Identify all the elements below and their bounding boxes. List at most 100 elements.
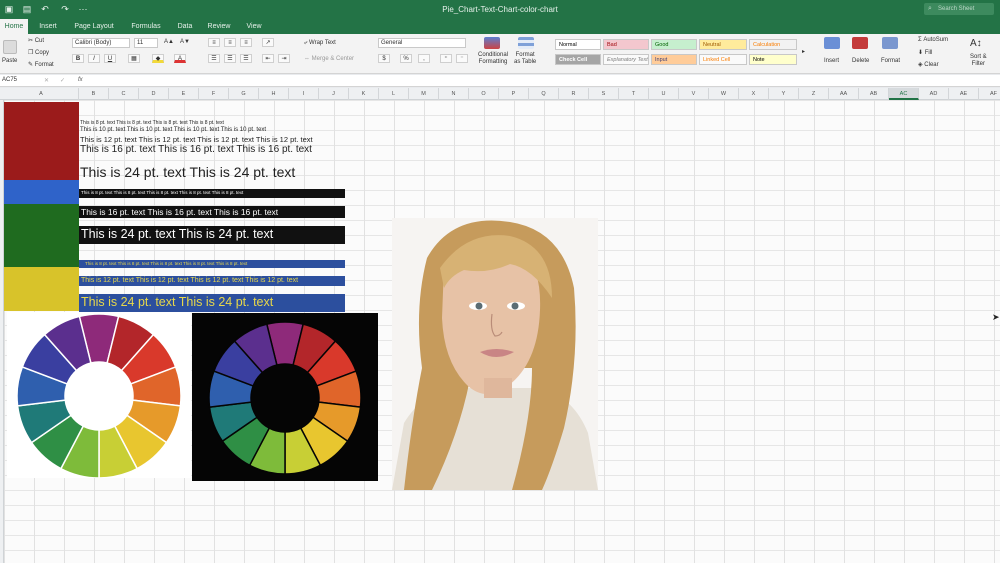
column-header-v[interactable]: V	[679, 88, 709, 100]
column-header-j[interactable]: J	[319, 88, 349, 100]
clear-button[interactable]: ◈ Clear	[918, 61, 939, 68]
column-header-ae[interactable]: AE	[949, 88, 979, 100]
borders-icon[interactable]: ▦	[128, 54, 140, 63]
column-header-c[interactable]: C	[109, 88, 139, 100]
column-header-ac[interactable]: AC	[889, 88, 919, 100]
autosum-button[interactable]: Σ AutoSum	[918, 37, 948, 43]
cut-button[interactable]: ✂ Cut	[28, 37, 44, 44]
column-header-ab[interactable]: AB	[859, 88, 889, 100]
style-normal[interactable]: Normal	[555, 39, 601, 50]
increase-decimal-icon[interactable]: ⁺	[440, 54, 452, 63]
underline-button[interactable]: U	[104, 54, 116, 63]
font-color-icon[interactable]: A	[174, 54, 186, 63]
column-header-t[interactable]: T	[619, 88, 649, 100]
style-explanatory[interactable]: Explanatory Text	[603, 54, 649, 65]
color-wheel-black-panel[interactable]	[192, 313, 378, 481]
column-header-h[interactable]: H	[259, 88, 289, 100]
column-header-d[interactable]: D	[139, 88, 169, 100]
tab-formulas[interactable]: Formulas	[124, 19, 168, 34]
tab-home[interactable]: Home	[0, 19, 28, 34]
column-header-b[interactable]: B	[79, 88, 109, 100]
sort-filter-icon[interactable]: A↕	[970, 38, 982, 49]
comma-icon[interactable]: ,	[418, 54, 430, 63]
column-header-q[interactable]: Q	[529, 88, 559, 100]
cancel-icon[interactable]: ✕	[44, 77, 49, 84]
currency-button[interactable]: $	[378, 54, 390, 63]
column-header-o[interactable]: O	[469, 88, 499, 100]
format-button[interactable]: Format	[881, 58, 900, 64]
increase-indent-icon[interactable]: ⇥	[278, 54, 290, 63]
align-top-icon[interactable]: ≡	[208, 38, 220, 47]
delete-button[interactable]: Delete	[852, 58, 869, 64]
style-bad[interactable]: Bad	[603, 39, 649, 50]
font-size-select[interactable]: 11	[134, 38, 158, 48]
delete-cells-icon[interactable]	[852, 37, 868, 49]
align-right-icon[interactable]: ☰	[240, 54, 252, 63]
tab-review[interactable]: Review	[202, 19, 236, 34]
percent-button[interactable]: %	[400, 54, 412, 63]
style-neutral[interactable]: Neutral	[699, 39, 747, 50]
column-header-k[interactable]: K	[349, 88, 379, 100]
format-as-table-icon[interactable]	[518, 37, 534, 49]
style-good[interactable]: Good	[651, 39, 697, 50]
align-middle-icon[interactable]: ≡	[224, 38, 236, 47]
merge-center-button[interactable]: ⇔ Merge & Center	[304, 56, 354, 62]
column-header-s[interactable]: S	[589, 88, 619, 100]
worksheet-grid[interactable]: This is 8 pt. text This is 8 pt. text Th…	[4, 100, 1000, 563]
column-header-z[interactable]: Z	[799, 88, 829, 100]
styles-more-icon[interactable]: ▸	[802, 48, 805, 55]
style-check-cell[interactable]: Check Cell	[555, 54, 601, 65]
column-header-l[interactable]: L	[379, 88, 409, 100]
align-left-icon[interactable]: ☰	[208, 54, 220, 63]
tab-insert[interactable]: Insert	[32, 19, 64, 34]
column-header-g[interactable]: G	[229, 88, 259, 100]
sort-filter-button[interactable]: Sort & Filter	[970, 54, 987, 68]
column-header-x[interactable]: X	[739, 88, 769, 100]
increase-font-icon[interactable]: A▲	[164, 39, 174, 45]
bold-button[interactable]: B	[72, 54, 84, 63]
format-cells-icon[interactable]	[882, 37, 898, 49]
portrait-photo[interactable]	[392, 218, 598, 490]
column-header-w[interactable]: W	[709, 88, 739, 100]
search-input[interactable]: ⌕ Search Sheet	[924, 3, 994, 15]
conditional-formatting-icon[interactable]	[484, 37, 500, 49]
decrease-indent-icon[interactable]: ⇤	[262, 54, 274, 63]
column-header-f[interactable]: F	[199, 88, 229, 100]
copy-button[interactable]: ❐ Copy	[28, 49, 49, 56]
paste-icon[interactable]	[3, 40, 17, 54]
tab-view[interactable]: View	[240, 19, 268, 34]
column-header-e[interactable]: E	[169, 88, 199, 100]
style-linked-cell[interactable]: Linked Cell	[699, 54, 747, 65]
column-header-af[interactable]: AF	[979, 88, 1000, 100]
insert-cells-icon[interactable]	[824, 37, 840, 49]
decrease-font-icon[interactable]: A▼	[180, 39, 190, 45]
align-bottom-icon[interactable]: ≡	[240, 38, 252, 47]
align-center-icon[interactable]: ☰	[224, 54, 236, 63]
format-as-table-button[interactable]: Format as Table	[514, 52, 536, 66]
number-format-select[interactable]: General	[378, 38, 466, 48]
format-painter-button[interactable]: ✎ Format	[28, 61, 54, 68]
decrease-decimal-icon[interactable]: ⁻	[456, 54, 468, 63]
fill-color-icon[interactable]: ◆	[152, 54, 164, 63]
italic-button[interactable]: I	[88, 54, 100, 63]
column-header-n[interactable]: N	[439, 88, 469, 100]
function-icon[interactable]: fx	[78, 77, 83, 83]
column-header-u[interactable]: U	[649, 88, 679, 100]
column-header-a[interactable]: A	[4, 88, 79, 100]
column-header-aa[interactable]: AA	[829, 88, 859, 100]
orientation-icon[interactable]: ↗	[262, 38, 274, 47]
style-note[interactable]: Note	[749, 54, 797, 65]
style-calculation[interactable]: Calculation	[749, 39, 797, 50]
style-input[interactable]: Input	[651, 54, 697, 65]
tab-data[interactable]: Data	[172, 19, 198, 34]
column-header-y[interactable]: Y	[769, 88, 799, 100]
insert-button[interactable]: Insert	[824, 58, 839, 64]
column-header-m[interactable]: M	[409, 88, 439, 100]
name-box[interactable]: AC75	[2, 77, 36, 83]
column-header-ad[interactable]: AD	[919, 88, 949, 100]
confirm-icon[interactable]: ✓	[60, 77, 65, 84]
fill-button[interactable]: ⬇ Fill	[918, 49, 932, 56]
column-header-i[interactable]: I	[289, 88, 319, 100]
column-header-p[interactable]: P	[499, 88, 529, 100]
font-name-select[interactable]: Calibri (Body)	[72, 38, 130, 48]
